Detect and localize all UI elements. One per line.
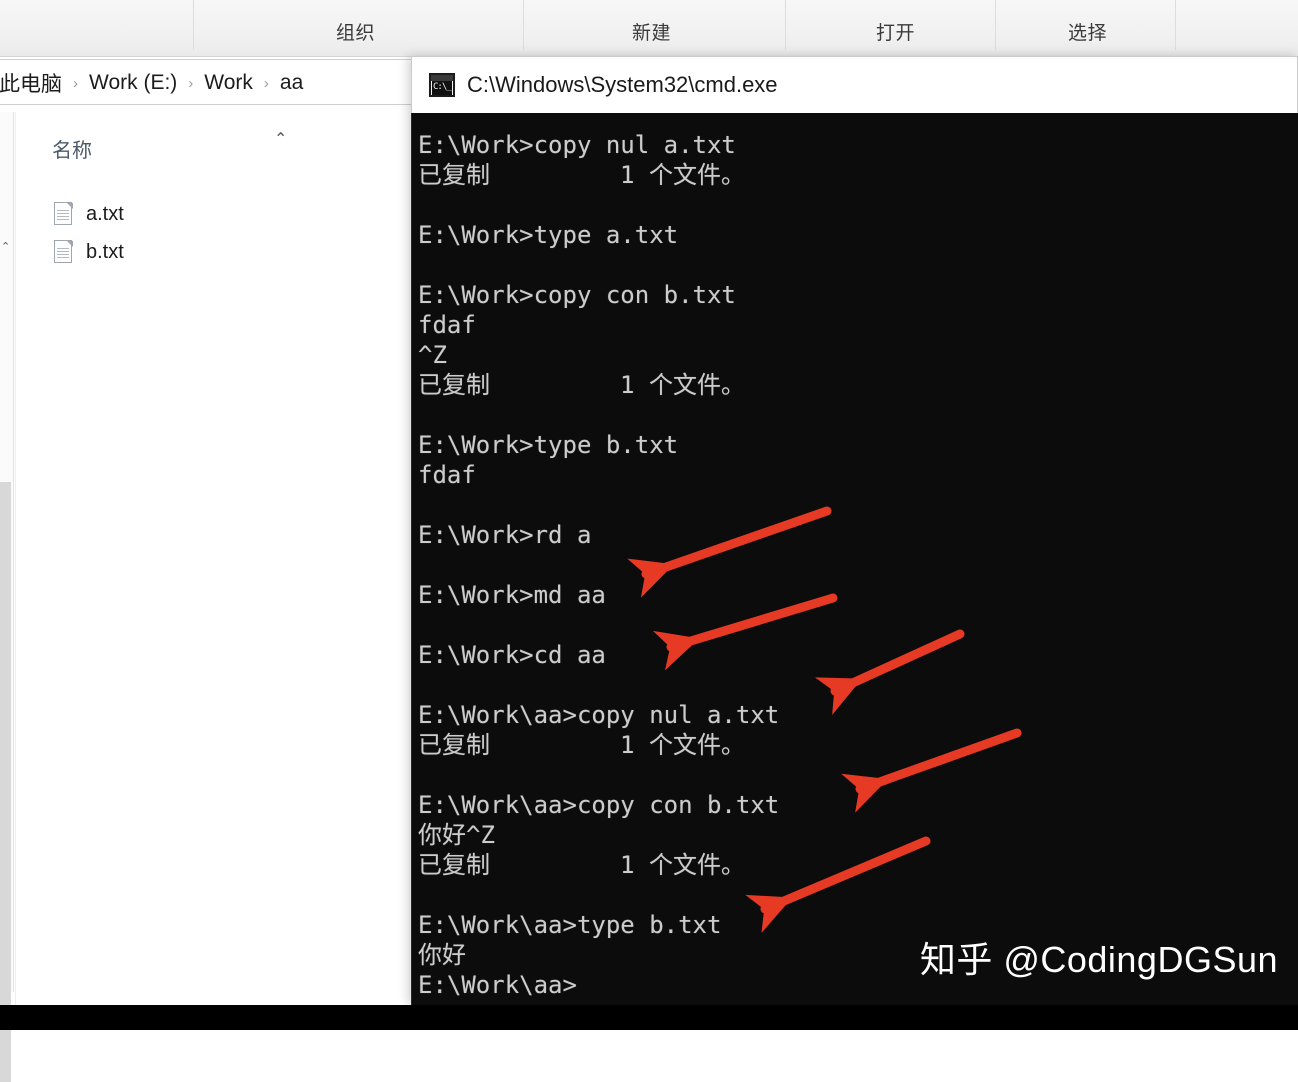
ribbon-group-open[interactable]: 打开 [876, 18, 915, 45]
ribbon-separator [193, 0, 194, 50]
file-list-pane[interactable]: 名称 ⌃ a.txt b.txt [15, 112, 411, 1005]
column-header-row[interactable]: 名称 ⌃ [16, 126, 412, 166]
ribbon-separator [523, 0, 524, 50]
text-file-icon [54, 239, 74, 265]
cmd-title-bar[interactable]: C:\_ C:\Windows\System32\cmd.exe [411, 56, 1298, 113]
list-item-label: b.txt [86, 240, 124, 263]
ribbon-group-select[interactable]: 选择 [1068, 18, 1107, 45]
bottom-bar [0, 1005, 1298, 1030]
chevron-up-icon: ⌃ [1, 241, 11, 253]
text-file-icon [54, 201, 74, 227]
breadcrumb-separator-icon: › [188, 74, 194, 92]
ribbon-group-organize[interactable]: 组织 [336, 18, 375, 45]
breadcrumb-separator-icon: › [263, 74, 269, 92]
cmd-exe-icon: C:\_ [429, 73, 455, 97]
breadcrumb-separator-icon: › [73, 74, 78, 92]
cmd-window[interactable]: C:\_ C:\Windows\System32\cmd.exe E:\Work… [411, 56, 1298, 1005]
list-item[interactable]: a.txt [54, 196, 124, 232]
address-bar[interactable]: 此电脑 › Work (E:) › Work › aa [0, 59, 414, 105]
breadcrumb[interactable]: 此电脑 › Work (E:) › Work › aa [0, 70, 305, 96]
ribbon-bar: 组织 新建 打开 选择 [0, 0, 1298, 57]
list-item-label: a.txt [86, 202, 124, 225]
list-item[interactable]: b.txt [54, 234, 124, 270]
breadcrumb-item-work[interactable]: Work [202, 71, 255, 95]
ribbon-separator [995, 0, 996, 50]
ribbon-separator [1175, 0, 1176, 50]
ribbon-separator [785, 0, 786, 50]
navigation-pane[interactable]: ⌃ [0, 112, 14, 1082]
console-output-area[interactable]: E:\Work>copy nul a.txt 已复制 1 个文件。 E:\Wor… [411, 113, 1298, 1005]
watermark-text: 知乎 @CodingDGSun [919, 939, 1278, 980]
cmd-title-text: C:\Windows\System32\cmd.exe [467, 72, 778, 97]
navigation-pane-scrollbar[interactable] [0, 482, 11, 1082]
ribbon-group-new[interactable]: 新建 [632, 18, 671, 45]
breadcrumb-item-this-pc[interactable]: 此电脑 [0, 68, 64, 98]
breadcrumb-item-work-e[interactable]: Work (E:) [87, 71, 179, 95]
column-header-name[interactable]: 名称 [52, 134, 92, 163]
breadcrumb-item-aa[interactable]: aa [278, 71, 305, 95]
sort-ascending-icon[interactable]: ⌃ [274, 132, 287, 148]
console-text: E:\Work>copy nul a.txt 已复制 1 个文件。 E:\Wor… [418, 131, 780, 999]
